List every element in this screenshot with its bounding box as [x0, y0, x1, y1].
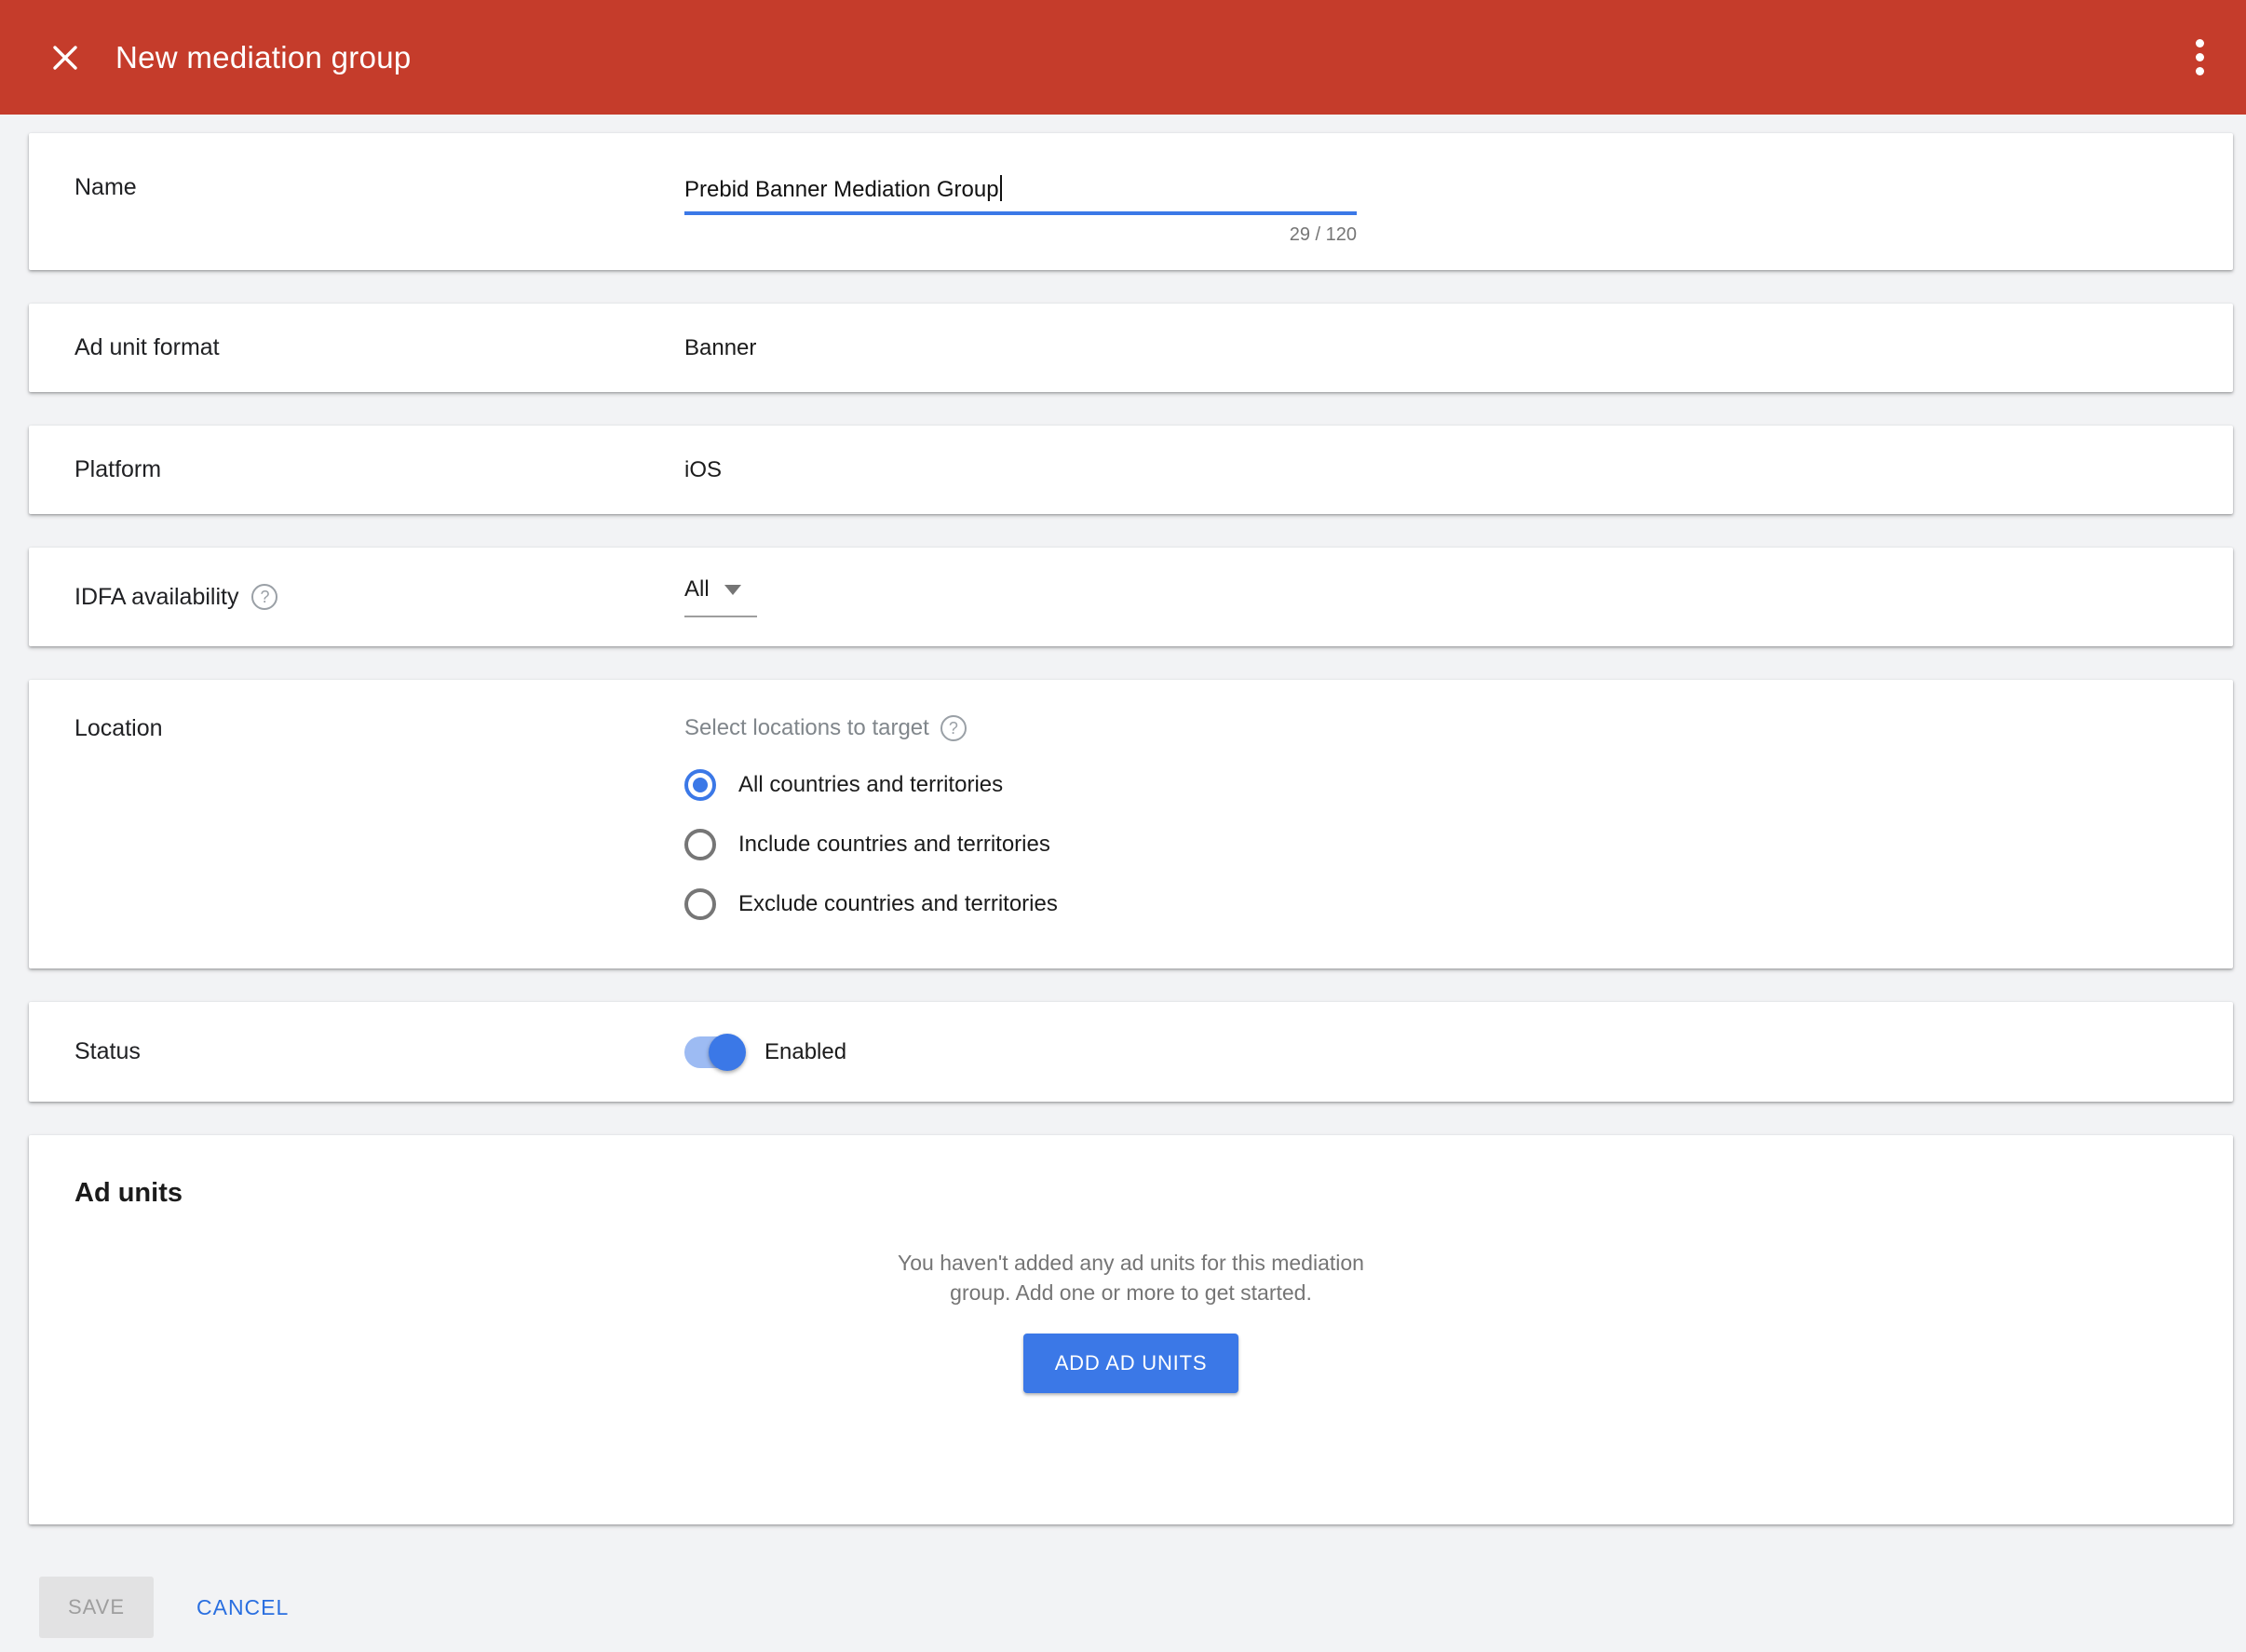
name-label: Name: [74, 174, 684, 246]
ad-units-section: Ad units You haven't added any ad units …: [29, 1135, 2233, 1524]
name-input[interactable]: Prebid Banner Mediation Group: [684, 174, 1357, 206]
form-content: Name Prebid Banner Mediation Group 29 / …: [0, 115, 2246, 1638]
status-toggle[interactable]: [684, 1036, 742, 1068]
location-section: Location Select locations to target ? Al…: [29, 680, 2233, 968]
dropdown-arrow-icon: [724, 585, 741, 595]
add-ad-units-button[interactable]: ADD AD UNITS: [1023, 1334, 1239, 1393]
new-mediation-group-page: New mediation group Name Prebid Banner M…: [0, 0, 2246, 1638]
idfa-availability-row: IDFA availability ? All: [29, 548, 2233, 646]
status-label: Status: [74, 1038, 684, 1065]
name-field: Prebid Banner Mediation Group 29 / 120: [684, 174, 1357, 246]
location-help-icon[interactable]: ?: [940, 715, 967, 741]
location-group-label: Select locations to target: [684, 715, 929, 741]
radio-button-icon: [684, 888, 716, 920]
status-row: Status Enabled: [29, 1002, 2233, 1102]
cancel-button[interactable]: CANCEL: [191, 1594, 294, 1621]
idfa-selected-value: All: [684, 576, 710, 603]
name-input-underline: [684, 211, 1357, 215]
idfa-help-icon[interactable]: ?: [251, 584, 277, 610]
idfa-select-underline: [684, 616, 757, 617]
ad-unit-format-value: Banner: [684, 335, 756, 361]
platform-value: iOS: [684, 457, 722, 483]
name-card: Name Prebid Banner Mediation Group 29 / …: [29, 133, 2233, 270]
idfa-availability-label: IDFA availability: [74, 584, 238, 611]
name-char-counter: 29 / 120: [684, 224, 1357, 246]
radio-option-include-countries[interactable]: Include countries and territories: [684, 829, 1058, 860]
ad-units-heading: Ad units: [74, 1178, 2187, 1209]
more-options-button[interactable]: [2196, 36, 2204, 78]
radio-option-exclude-countries[interactable]: Exclude countries and territories: [684, 888, 1058, 920]
idfa-select[interactable]: All: [684, 576, 757, 617]
radio-button-icon: [684, 769, 716, 801]
platform-label: Platform: [74, 456, 684, 483]
close-button[interactable]: [48, 41, 82, 74]
status-value: Enabled: [764, 1039, 846, 1065]
location-field: Select locations to target ? All countri…: [684, 715, 1058, 920]
save-button[interactable]: SAVE: [39, 1577, 154, 1638]
name-input-value: Prebid Banner Mediation Group: [684, 177, 999, 202]
close-icon: [48, 41, 82, 74]
text-cursor: [1000, 175, 1002, 201]
footer-actions: SAVE CANCEL: [39, 1577, 2246, 1638]
toggle-knob-icon: [709, 1034, 746, 1071]
kebab-menu-icon: [2196, 36, 2204, 78]
ad-unit-format-label: Ad unit format: [74, 334, 684, 361]
radio-option-all-countries[interactable]: All countries and territories: [684, 769, 1058, 801]
location-label: Location: [74, 715, 684, 920]
ad-units-empty-message: You haven't added any ad units for this …: [74, 1248, 2187, 1307]
radio-button-icon: [684, 829, 716, 860]
platform-row: Platform iOS: [29, 426, 2233, 514]
ad-unit-format-row: Ad unit format Banner: [29, 304, 2233, 392]
page-title: New mediation group: [115, 40, 412, 75]
app-header: New mediation group: [0, 0, 2246, 115]
